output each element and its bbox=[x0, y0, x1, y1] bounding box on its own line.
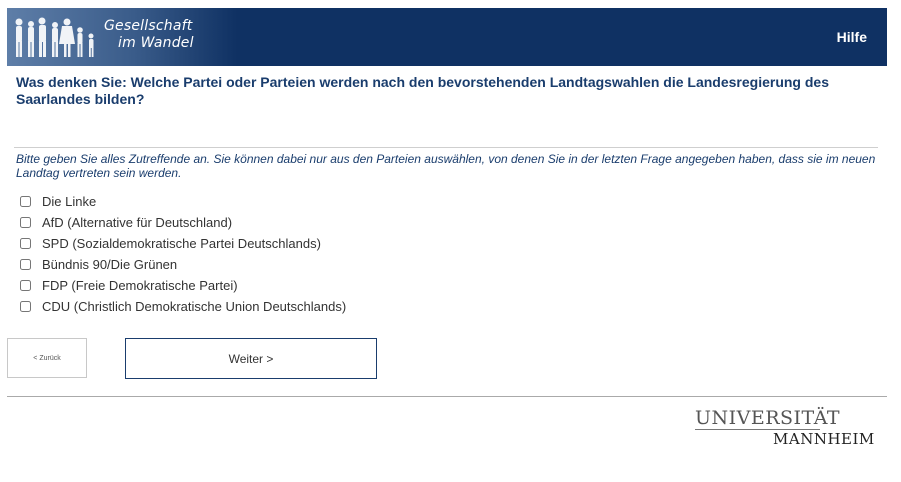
option-label: SPD (Sozialdemokratische Partei Deutschl… bbox=[42, 236, 321, 251]
checkbox-gruene[interactable] bbox=[20, 259, 31, 270]
back-button[interactable]: < Zurück bbox=[7, 338, 87, 378]
checkbox-afd[interactable] bbox=[20, 217, 31, 228]
checkbox-fdp[interactable] bbox=[20, 280, 31, 291]
logo-text: Gesellschaft im Wandel bbox=[104, 18, 194, 52]
people-silhouettes-logo bbox=[15, 17, 94, 57]
next-button[interactable]: Weiter > bbox=[125, 338, 377, 379]
university-logo-line1: UNIVERSITÄT bbox=[695, 407, 841, 429]
instruction-text: Bitte geben Sie alles Zutreffende an. Si… bbox=[16, 152, 876, 180]
university-logo: UNIVERSITÄT MANNHEIM bbox=[695, 407, 875, 448]
checkbox-die-linke[interactable] bbox=[20, 196, 31, 207]
option-cdu[interactable]: CDU (Christlich Demokratische Union Deut… bbox=[20, 296, 346, 317]
option-fdp[interactable]: FDP (Freie Demokratische Partei) bbox=[20, 275, 346, 296]
answer-options: Die Linke AfD (Alternative für Deutschla… bbox=[20, 191, 346, 317]
checkbox-cdu[interactable] bbox=[20, 301, 31, 312]
option-label: FDP (Freie Demokratische Partei) bbox=[42, 278, 238, 293]
footer-divider bbox=[7, 396, 887, 397]
checkbox-spd[interactable] bbox=[20, 238, 31, 249]
option-gruene[interactable]: Bündnis 90/Die Grünen bbox=[20, 254, 346, 275]
question-text: Was denken Sie: Welche Partei oder Parte… bbox=[16, 74, 829, 107]
option-label: Die Linke bbox=[42, 194, 97, 209]
option-label: Bündnis 90/Die Grünen bbox=[42, 257, 178, 272]
question-divider bbox=[14, 147, 878, 148]
option-spd[interactable]: SPD (Sozialdemokratische Partei Deutschl… bbox=[20, 233, 346, 254]
logo-line1: Gesellschaft bbox=[104, 18, 193, 34]
help-link[interactable]: Hilfe bbox=[837, 29, 867, 45]
option-die-linke[interactable]: Die Linke bbox=[20, 191, 346, 212]
option-label: CDU (Christlich Demokratische Union Deut… bbox=[42, 299, 347, 314]
option-afd[interactable]: AfD (Alternative für Deutschland) bbox=[20, 212, 346, 233]
university-logo-line2: MANNHEIM bbox=[773, 430, 875, 448]
header-bar: Gesellschaft im Wandel Hilfe bbox=[7, 8, 887, 66]
logo-line2: im Wandel bbox=[118, 35, 194, 51]
option-label: AfD (Alternative für Deutschland) bbox=[42, 215, 233, 230]
